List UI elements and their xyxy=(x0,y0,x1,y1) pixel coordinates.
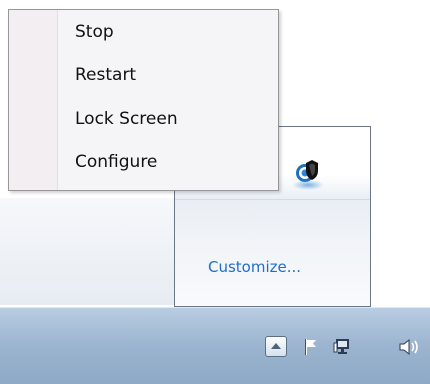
volume-icon[interactable] xyxy=(398,337,424,357)
menu-icon-gutter xyxy=(9,10,58,190)
menu-item-lock-screen[interactable]: Lock Screen xyxy=(75,104,178,134)
flyout-footer xyxy=(175,199,370,306)
network-icon[interactable] xyxy=(333,337,355,357)
action-center-flag-icon[interactable] xyxy=(302,337,322,357)
chevron-up-icon xyxy=(271,343,281,349)
app-shield-icon[interactable] xyxy=(288,154,328,196)
show-hidden-icons-button[interactable] xyxy=(265,336,287,357)
taskbar xyxy=(0,307,430,384)
customize-link[interactable]: Customize... xyxy=(208,258,301,276)
desktop-background xyxy=(0,198,174,305)
menu-item-restart[interactable]: Restart xyxy=(75,60,136,90)
menu-item-configure[interactable]: Configure xyxy=(75,147,157,177)
menu-item-stop[interactable]: Stop xyxy=(75,17,114,47)
